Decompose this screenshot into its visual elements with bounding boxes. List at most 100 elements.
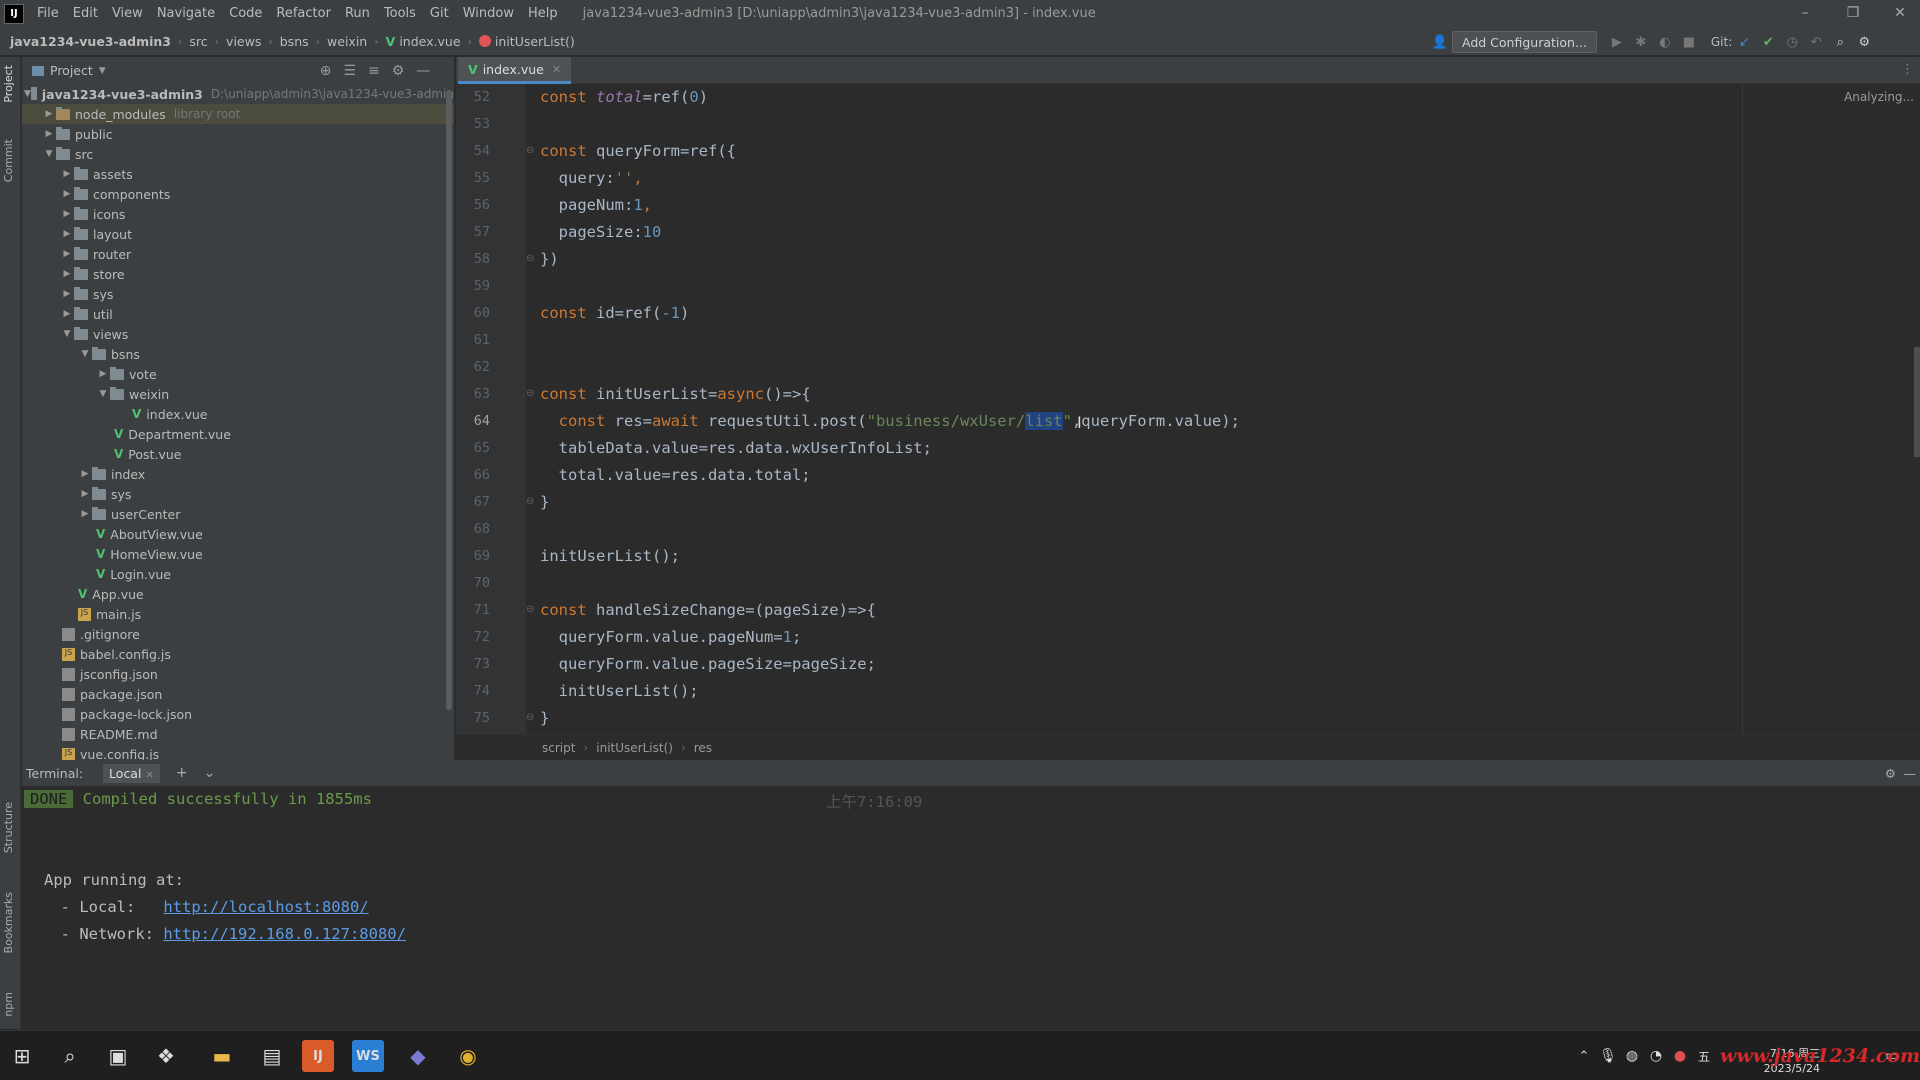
menu-git[interactable]: Git: [423, 6, 456, 21]
code-line[interactable]: queryForm.value.pageNum=1;: [540, 628, 802, 646]
tree-item-main-js[interactable]: JS main.js: [22, 604, 454, 624]
terminal-dropdown-icon[interactable]: ⌄: [204, 765, 216, 781]
terminal-settings-icon[interactable]: ⚙: [1885, 766, 1896, 781]
tree-item-views[interactable]: ▼ views: [22, 324, 454, 344]
tree-item-vue-config[interactable]: JS vue.config.js: [22, 744, 454, 760]
fold-marker-icon[interactable]: ⊖: [526, 604, 536, 615]
git-rollback-icon[interactable]: ↶: [1804, 35, 1828, 50]
minimize-icon[interactable]: –: [1785, 0, 1825, 27]
code-line[interactable]: }: [540, 493, 549, 511]
coverage-icon[interactable]: ◐: [1653, 35, 1677, 50]
tool-tab-project[interactable]: Project: [2, 65, 15, 103]
tree-item-department-vue[interactable]: V Department.vue: [22, 424, 454, 444]
terminal-output[interactable]: DONE Compiled successfully in 1855ms App…: [22, 786, 1920, 1029]
tree-item-util[interactable]: ▶ util: [22, 304, 454, 324]
menu-window[interactable]: Window: [456, 6, 521, 21]
tree-item-vote[interactable]: ▶ vote: [22, 364, 454, 384]
crumb-src[interactable]: src: [189, 34, 207, 49]
code-line[interactable]: const total=ref(0): [540, 88, 708, 106]
terminal-hide-icon[interactable]: —: [1904, 766, 1917, 781]
code-line[interactable]: const queryForm=ref({: [540, 142, 736, 160]
code-line[interactable]: const initUserList=async()=>{: [540, 385, 811, 403]
tree-item-assets[interactable]: ▶ assets: [22, 164, 454, 184]
tree-item-node-modules[interactable]: ▶ node_modules library root: [22, 104, 454, 124]
git-commit-icon[interactable]: ✔: [1756, 35, 1780, 50]
search-icon[interactable]: ⌕: [1828, 35, 1852, 50]
project-panel-title[interactable]: Project: [50, 63, 93, 78]
editor-tab-index-vue[interactable]: Vindex.vue ✕: [458, 57, 572, 84]
crumb-bsns[interactable]: bsns: [280, 34, 309, 49]
user-icon[interactable]: 👤: [1428, 35, 1452, 50]
code-line-current[interactable]: const res=await requestUtil.post("busine…: [540, 412, 1240, 430]
options-gear-icon[interactable]: ⚙: [392, 63, 405, 79]
project-scrollbar[interactable]: [446, 90, 452, 710]
task-view-icon[interactable]: ▣: [102, 1040, 134, 1072]
expand-all-icon[interactable]: ☰: [343, 63, 356, 79]
webstorm-taskbar-icon[interactable]: WS: [352, 1040, 384, 1072]
code-line[interactable]: total.value=res.data.total;: [540, 466, 811, 484]
tree-item-babel-config[interactable]: JS babel.config.js: [22, 644, 454, 664]
tool-tab-structure[interactable]: Structure: [2, 802, 15, 853]
tree-item-app-vue[interactable]: V App.vue: [22, 584, 454, 604]
code-line[interactable]: initUserList();: [540, 682, 699, 700]
code-line[interactable]: initUserList();: [540, 547, 680, 565]
fold-marker-icon[interactable]: ⊖: [526, 253, 536, 264]
tree-item-jsconfig[interactable]: jsconfig.json: [22, 664, 454, 684]
tree-item-components[interactable]: ▶ components: [22, 184, 454, 204]
fold-marker-icon[interactable]: ⊖: [526, 145, 536, 156]
crumb-index-vue[interactable]: index.vue: [399, 34, 460, 49]
tree-item-readme[interactable]: README.md: [22, 724, 454, 744]
local-url-link[interactable]: http://localhost:8080/: [163, 898, 368, 916]
code-line[interactable]: }): [540, 250, 559, 268]
menu-edit[interactable]: Edit: [66, 6, 105, 21]
tree-item-index[interactable]: ▶ index: [22, 464, 454, 484]
code-line[interactable]: pageNum:1,: [540, 196, 652, 214]
tree-item-sys[interactable]: ▶ sys: [22, 284, 454, 304]
menu-help[interactable]: Help: [521, 6, 565, 21]
tree-item-store[interactable]: ▶ store: [22, 264, 454, 284]
menu-code[interactable]: Code: [222, 6, 269, 21]
hide-icon[interactable]: —: [416, 63, 430, 79]
close-tab-icon[interactable]: ✕: [552, 63, 561, 76]
fold-marker-icon[interactable]: ⊖: [526, 496, 536, 507]
editor-scrollbar[interactable]: [1914, 347, 1920, 457]
code-line[interactable]: query:'',: [540, 169, 643, 187]
tree-item-usercenter[interactable]: ▶ userCenter: [22, 504, 454, 524]
crumb-function[interactable]: initUserList(): [495, 34, 575, 49]
tree-item-package-lock[interactable]: package-lock.json: [22, 704, 454, 724]
ime-icon[interactable]: 五: [1688, 1040, 1720, 1072]
menu-view[interactable]: View: [105, 6, 150, 21]
chrome-icon[interactable]: ◉: [452, 1040, 484, 1072]
crumb-res[interactable]: res: [694, 741, 712, 755]
code-line[interactable]: const handleSizeChange=(pageSize)=>{: [540, 601, 876, 619]
code-line[interactable]: pageSize:10: [540, 223, 662, 241]
code-line[interactable]: queryForm.value.pageSize=pageSize;: [540, 655, 876, 673]
close-icon[interactable]: ✕: [1880, 0, 1920, 27]
add-configuration-button[interactable]: Add Configuration...: [1452, 31, 1597, 53]
crumb-views[interactable]: views: [226, 34, 261, 49]
tree-item-post-vue[interactable]: V Post.vue: [22, 444, 454, 464]
code-line[interactable]: }: [540, 709, 549, 727]
settings-icon[interactable]: ⚙: [1852, 35, 1876, 50]
locate-icon[interactable]: ⊕: [320, 63, 332, 79]
chevron-down-icon[interactable]: ▼: [99, 66, 106, 76]
tree-item-aboutview-vue[interactable]: V AboutView.vue: [22, 524, 454, 544]
debug-icon[interactable]: ✱: [1629, 35, 1653, 50]
new-terminal-icon[interactable]: +: [176, 765, 188, 781]
menu-navigate[interactable]: Navigate: [150, 6, 222, 21]
file-explorer-icon[interactable]: ▬: [206, 1040, 238, 1072]
fold-marker-icon[interactable]: ⊖: [526, 388, 536, 399]
tree-item-public[interactable]: ▶ public: [22, 124, 454, 144]
tree-item-package-json[interactable]: package.json: [22, 684, 454, 704]
crumb-inituserlist[interactable]: initUserList(): [596, 741, 673, 755]
menu-refactor[interactable]: Refactor: [269, 6, 338, 21]
tree-item-index-vue[interactable]: Vindex.vue: [22, 404, 454, 424]
menu-file[interactable]: File: [30, 6, 66, 21]
menu-run[interactable]: Run: [338, 6, 377, 21]
git-history-icon[interactable]: ◷: [1780, 35, 1804, 50]
more-tabs-icon[interactable]: ⋮: [1901, 62, 1914, 77]
tree-item-src[interactable]: ▼ src: [22, 144, 454, 164]
tree-item-views-sys[interactable]: ▶ sys: [22, 484, 454, 504]
crumb-script[interactable]: script: [542, 741, 575, 755]
tree-item-icons[interactable]: ▶ icons: [22, 204, 454, 224]
